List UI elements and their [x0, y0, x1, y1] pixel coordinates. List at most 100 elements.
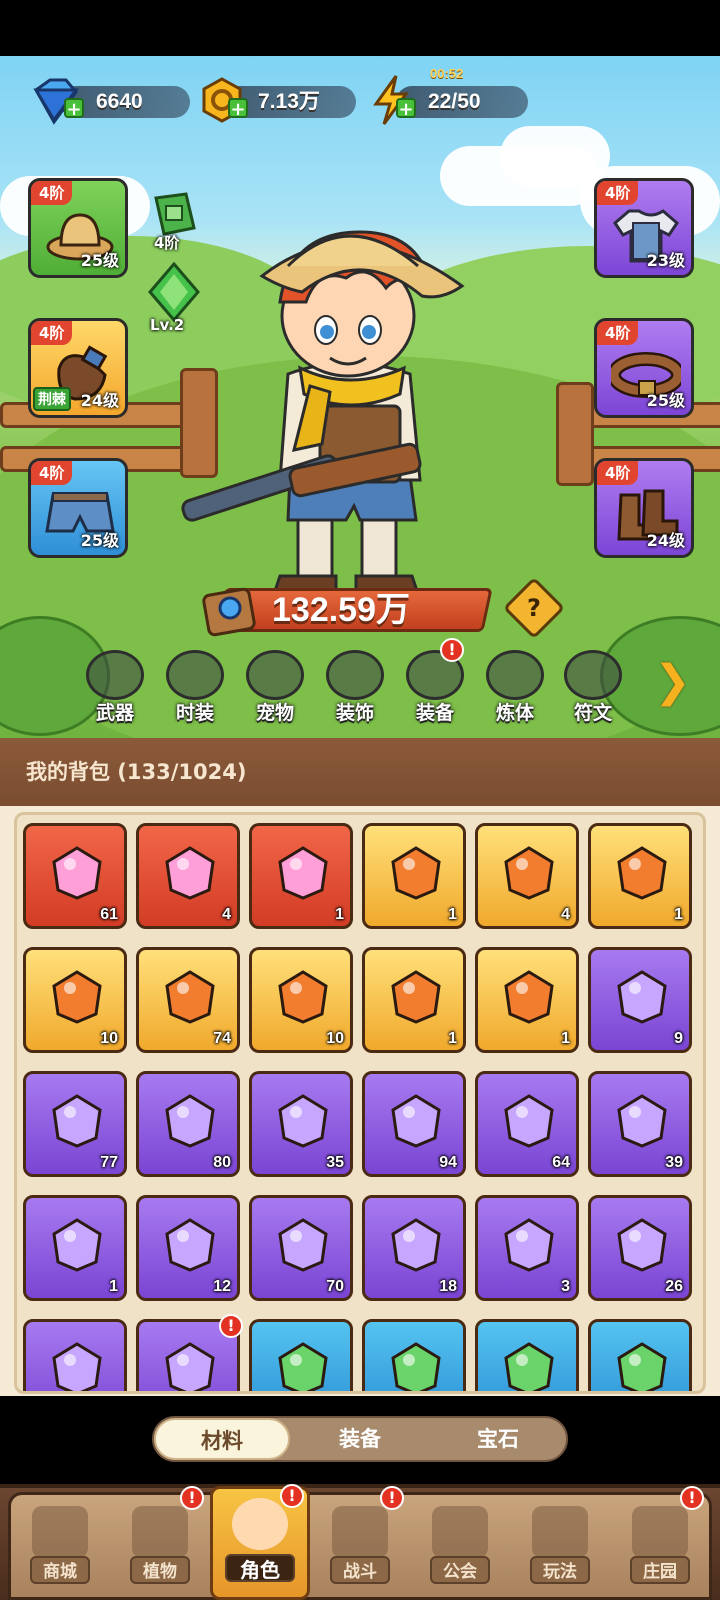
inventory-item[interactable]: 1	[23, 1195, 127, 1301]
add-diamond-button[interactable]: +	[64, 98, 84, 119]
inventory-item[interactable]	[23, 1319, 127, 1391]
menu-weapon[interactable]: 武器	[80, 650, 150, 726]
inventory-item[interactable]	[588, 1319, 692, 1391]
menu-decoration[interactable]: 装饰	[320, 650, 390, 726]
item-count: 35	[326, 1154, 344, 1171]
nav-label: 公会	[430, 1556, 490, 1584]
inventory-item[interactable]: 1	[362, 823, 466, 929]
fruit-bowl-icon	[165, 1218, 215, 1272]
item-count: 4	[222, 906, 231, 923]
equip-slot-pants[interactable]: 4阶 25级	[28, 458, 128, 558]
inventory-item[interactable]	[362, 1319, 466, 1391]
item-count: 1	[448, 906, 457, 923]
inventory-item[interactable]	[475, 1319, 579, 1391]
equip-slot-belt[interactable]: 4阶 25级	[594, 318, 694, 418]
equip-slot-gloves[interactable]: 4阶 荆棘 24级	[28, 318, 128, 418]
inventory-item[interactable]: 1	[588, 823, 692, 929]
equip-slot-shirt[interactable]: 4阶 23级	[594, 178, 694, 278]
menu-rune[interactable]: 符文	[558, 650, 628, 726]
equip-slot-boots[interactable]: 4阶 24级	[594, 458, 694, 558]
pet-icon	[246, 650, 304, 700]
purple-potion-icon	[617, 1094, 667, 1148]
green-gem-icon[interactable]	[146, 262, 202, 322]
inventory-item[interactable]: 10	[249, 947, 353, 1053]
energy-timer: 00:52	[430, 66, 464, 81]
inventory-item[interactable]: 12	[136, 1195, 240, 1301]
character-avatar[interactable]	[170, 206, 500, 646]
tab-equipment[interactable]: 装备	[292, 1418, 428, 1460]
nav-shop[interactable]: 商城	[10, 1498, 110, 1598]
alert-badge: !	[219, 1314, 243, 1338]
scroll-blue-icon	[278, 1094, 328, 1148]
menu-body-training[interactable]: 炼体	[480, 650, 550, 726]
nav-manor[interactable]: 庄园!	[610, 1486, 710, 1598]
item-count: 80	[213, 1154, 231, 1171]
inventory-item[interactable]: 39	[588, 1071, 692, 1177]
alert-badge: !	[680, 1486, 704, 1510]
tab-materials[interactable]: 材料	[154, 1418, 290, 1460]
menu-equipment[interactable]: ! 装备	[400, 638, 470, 726]
item-count: 18	[439, 1278, 457, 1295]
inventory-item[interactable]: 10	[23, 947, 127, 1053]
inventory-item[interactable]: 18	[362, 1195, 466, 1301]
inventory-item[interactable]: 26	[588, 1195, 692, 1301]
inventory-item[interactable]: 74	[136, 947, 240, 1053]
inventory-item[interactable]: 70	[249, 1195, 353, 1301]
gameplay-icon	[532, 1506, 588, 1558]
emblem-tier: 4阶	[154, 234, 180, 252]
tier-badge: 4阶	[31, 321, 73, 345]
item-count: 94	[439, 1154, 457, 1171]
scroll-green-icon	[52, 1094, 102, 1148]
level-label: 23级	[646, 251, 685, 270]
inventory-item[interactable]: 1	[362, 947, 466, 1053]
inventory-item[interactable]: 61	[23, 823, 127, 929]
red-potion-icon	[165, 846, 215, 900]
menu-pet[interactable]: 宠物	[240, 650, 310, 726]
item-count: 39	[665, 1154, 683, 1171]
item-count: 4	[561, 906, 570, 923]
level-label: 24级	[646, 531, 685, 550]
tab-gems[interactable]: 宝石	[430, 1418, 566, 1460]
menu-next-arrow-icon[interactable]: ❯	[654, 660, 694, 704]
inventory-item[interactable]: !	[136, 1314, 243, 1391]
inventory-item[interactable]: 64	[475, 1071, 579, 1177]
menu-label: 宠物	[255, 702, 294, 724]
golden-fruit-icon	[617, 846, 667, 900]
equip-slot-hat[interactable]: 4阶 25级	[28, 178, 128, 278]
inventory-item[interactable]: 1	[249, 823, 353, 929]
nav-battle[interactable]: 战斗!	[310, 1486, 410, 1598]
inventory-item[interactable]: 4	[136, 823, 240, 929]
shop-icon	[32, 1506, 88, 1558]
menu-label: 炼体	[495, 702, 534, 724]
inventory-item[interactable]	[249, 1319, 353, 1391]
thorns-tag: 荆棘	[33, 387, 71, 411]
tier-badge: 4阶	[597, 321, 639, 345]
item-count: 9	[674, 1030, 683, 1047]
nav-guild[interactable]: 公会	[410, 1498, 510, 1598]
inventory-grid: 61 4 1 1 4 1 10 74 10 1 1 9 77 80 35 94 64 39 1 12 70 18 3 26!	[14, 812, 706, 1394]
inventory-item[interactable]: 9	[588, 947, 692, 1053]
inventory-item[interactable]: 80	[136, 1071, 240, 1177]
backpack-header: 我的背包 (133/1024)	[0, 738, 720, 806]
inventory-item[interactable]: 1	[475, 947, 579, 1053]
pink-crystal-icon	[52, 1342, 102, 1391]
add-energy-button[interactable]: +	[396, 98, 416, 119]
nav-plant[interactable]: 植物!	[110, 1486, 210, 1598]
inventory-item[interactable]: 94	[362, 1071, 466, 1177]
tier-badge: 4阶	[597, 461, 639, 485]
item-count: 1	[674, 906, 683, 923]
inventory-item[interactable]: 4	[475, 823, 579, 929]
item-count: 1	[335, 906, 344, 923]
pet-food-icon	[278, 1218, 328, 1272]
inventory-item[interactable]: 77	[23, 1071, 127, 1177]
nav-character[interactable]: 角色!	[210, 1484, 310, 1600]
guild-icon	[432, 1506, 488, 1558]
outfit-icon	[166, 650, 224, 700]
menu-outfit[interactable]: 时装	[160, 650, 230, 726]
nav-gameplay[interactable]: 玩法	[510, 1498, 610, 1598]
add-coin-button[interactable]: +	[228, 98, 248, 119]
inventory-item[interactable]: 3	[475, 1195, 579, 1301]
item-count: 64	[552, 1154, 570, 1171]
inventory-item[interactable]: 35	[249, 1071, 353, 1177]
level-label: 25级	[80, 531, 119, 550]
